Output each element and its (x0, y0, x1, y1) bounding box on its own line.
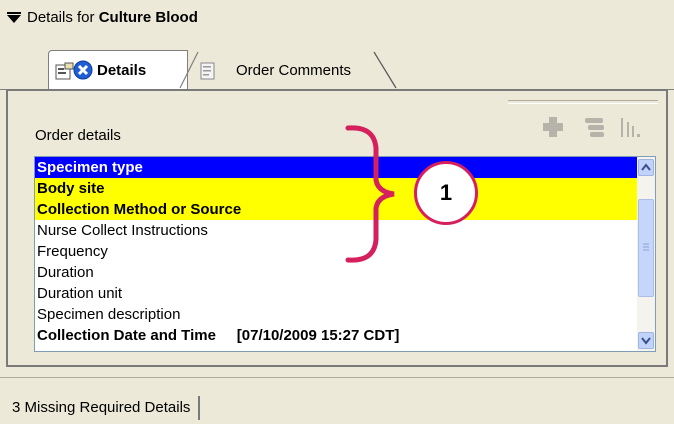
tab-details-label: Details (97, 62, 147, 79)
scroll-down-button[interactable] (638, 332, 654, 349)
document-properties-icon (55, 62, 74, 80)
chevron-up-icon (641, 163, 651, 171)
list-scrollbar[interactable] (637, 157, 655, 351)
details-header[interactable]: Details for Culture Blood (0, 0, 674, 40)
order-details-panel: Details for Culture Blood Details Order … (0, 0, 674, 424)
missing-details-status[interactable]: 3 Missing Required Details (10, 396, 201, 420)
add-icon[interactable] (540, 114, 566, 140)
grip-icon (643, 243, 649, 251)
annotation-bracket (345, 125, 395, 263)
tab-order-comments-label: Order Comments (236, 62, 352, 79)
remove-icon[interactable] (582, 114, 608, 140)
tab-details[interactable]: Details (48, 50, 188, 91)
list-item-collection-date-time[interactable]: Collection Date and Time [07/10/2009 15:… (35, 325, 639, 346)
order-details-label: Order details (35, 127, 121, 144)
tab-order-comments[interactable]: Order Comments (186, 54, 394, 90)
order-name: Culture Blood (98, 9, 198, 26)
list-item-specimen-description[interactable]: Specimen description (35, 304, 639, 325)
collapse-triangle-icon[interactable] (7, 12, 21, 24)
list-item-duration-unit[interactable]: Duration unit (35, 283, 639, 304)
comments-document-icon (200, 62, 215, 80)
blue-x-icon (73, 60, 93, 80)
tab-strip: Details Order Comments (0, 40, 674, 91)
chevron-down-icon (641, 337, 651, 345)
tab-edge (373, 51, 397, 89)
scroll-up-button[interactable] (638, 159, 654, 176)
status-bar: 3 Missing Required Details (0, 377, 674, 424)
annotation-callout: 1 (414, 161, 478, 225)
scroll-thumb[interactable] (638, 199, 654, 297)
tab-divider (179, 51, 199, 89)
details-title: Details for Culture Blood (27, 9, 198, 26)
chart-icon[interactable] (618, 114, 644, 140)
toolbar-separator (508, 100, 658, 104)
